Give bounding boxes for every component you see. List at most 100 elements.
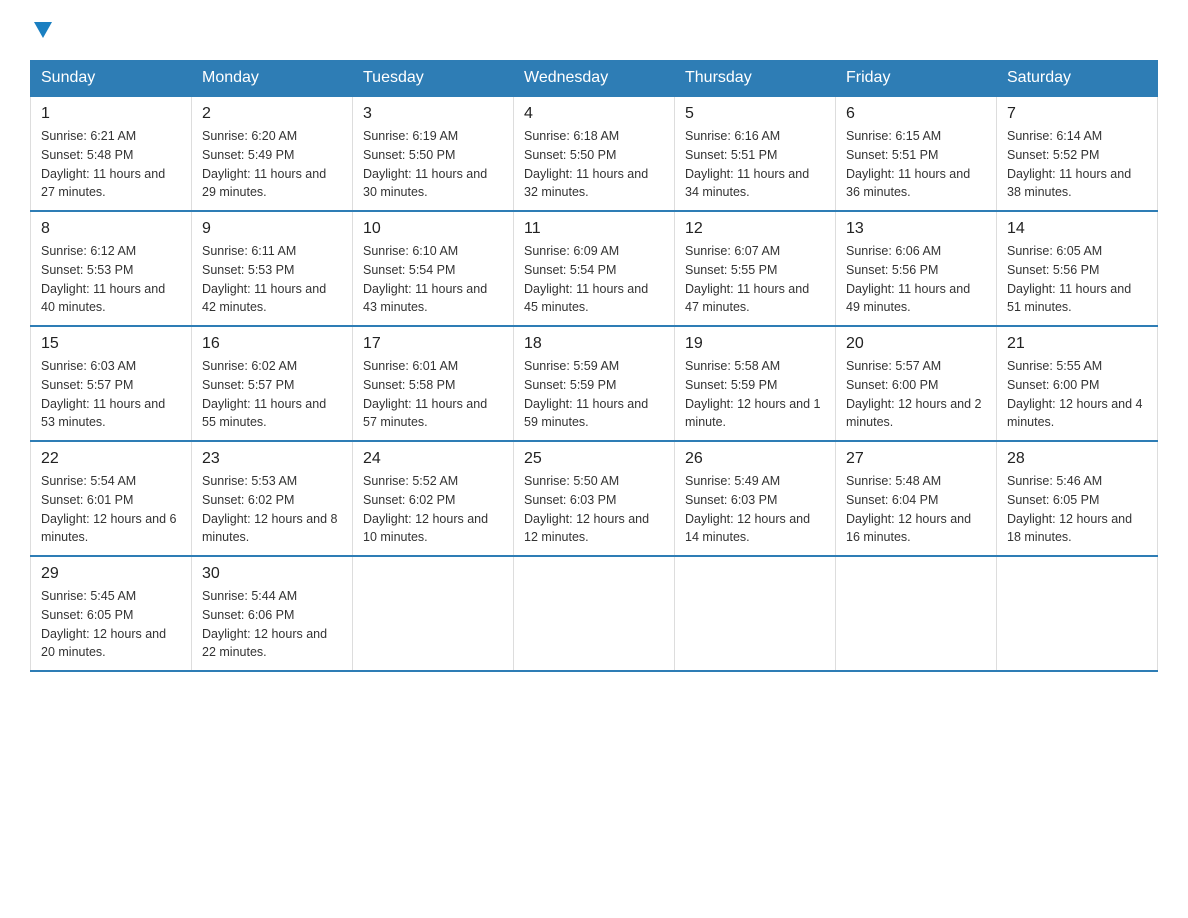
day-info: Sunrise: 6:20 AMSunset: 5:49 PMDaylight:… [202, 127, 342, 202]
day-info: Sunrise: 6:07 AMSunset: 5:55 PMDaylight:… [685, 242, 825, 317]
col-saturday: Saturday [997, 61, 1158, 97]
table-row: 9Sunrise: 6:11 AMSunset: 5:53 PMDaylight… [192, 211, 353, 326]
table-row: 7 Sunrise: 6:14 AMSunset: 5:52 PMDaylight… [997, 96, 1158, 211]
day-number: 6 [846, 105, 986, 123]
day-number: 12 [685, 220, 825, 238]
table-row: 20 Sunrise: 5:57 AMSunset: 6:00 PMDayligh… [836, 326, 997, 441]
table-row: 30 Sunrise: 5:44 AMSunset: 6:06 PMDayligh… [192, 556, 353, 671]
table-row [836, 556, 997, 671]
col-monday: Monday [192, 61, 353, 97]
calendar-week-row: 29Sunrise: 5:45 AMSunset: 6:05 PMDayligh… [31, 556, 1158, 671]
day-number: 7 [1007, 105, 1147, 123]
col-friday: Friday [836, 61, 997, 97]
day-number: 20 [846, 335, 986, 353]
table-row [675, 556, 836, 671]
calendar-week-row: 1Sunrise: 6:21 AMSunset: 5:48 PMDaylight… [31, 96, 1158, 211]
day-number: 29 [41, 565, 181, 583]
day-info: Sunrise: 5:53 AMSunset: 6:02 PMDaylight:… [202, 472, 342, 547]
col-thursday: Thursday [675, 61, 836, 97]
day-info: Sunrise: 5:49 AMSunset: 6:03 PMDaylight:… [685, 472, 825, 547]
day-info: Sunrise: 6:03 AMSunset: 5:57 PMDaylight:… [41, 357, 181, 432]
table-row: 29Sunrise: 5:45 AMSunset: 6:05 PMDayligh… [31, 556, 192, 671]
day-number: 14 [1007, 220, 1147, 238]
day-number: 8 [41, 220, 181, 238]
table-row: 16 Sunrise: 6:02 AMSunset: 5:57 PMDayligh… [192, 326, 353, 441]
day-number: 21 [1007, 335, 1147, 353]
day-info: Sunrise: 5:54 AMSunset: 6:01 PMDaylight:… [41, 472, 181, 547]
table-row: 10 Sunrise: 6:10 AMSunset: 5:54 PMDayligh… [353, 211, 514, 326]
table-row: 17 Sunrise: 6:01 AMSunset: 5:58 PMDayligh… [353, 326, 514, 441]
day-info: Sunrise: 6:12 AMSunset: 5:53 PMDaylight:… [41, 242, 181, 317]
table-row: 26 Sunrise: 5:49 AMSunset: 6:03 PMDayligh… [675, 441, 836, 556]
day-info: Sunrise: 5:58 AMSunset: 5:59 PMDaylight:… [685, 357, 825, 432]
day-info: Sunrise: 6:15 AMSunset: 5:51 PMDaylight:… [846, 127, 986, 202]
day-info: Sunrise: 6:01 AMSunset: 5:58 PMDaylight:… [363, 357, 503, 432]
table-row: 18 Sunrise: 5:59 AMSunset: 5:59 PMDayligh… [514, 326, 675, 441]
table-row: 13 Sunrise: 6:06 AMSunset: 5:56 PMDayligh… [836, 211, 997, 326]
table-row [997, 556, 1158, 671]
day-info: Sunrise: 6:05 AMSunset: 5:56 PMDaylight:… [1007, 242, 1147, 317]
table-row: 15 Sunrise: 6:03 AMSunset: 5:57 PMDayligh… [31, 326, 192, 441]
table-row [353, 556, 514, 671]
day-info: Sunrise: 6:16 AMSunset: 5:51 PMDaylight:… [685, 127, 825, 202]
table-row: 22 Sunrise: 5:54 AMSunset: 6:01 PMDayligh… [31, 441, 192, 556]
calendar-table: Sunday Monday Tuesday Wednesday Thursday… [30, 60, 1158, 672]
col-tuesday: Tuesday [353, 61, 514, 97]
day-number: 22 [41, 450, 181, 468]
day-info: Sunrise: 6:06 AMSunset: 5:56 PMDaylight:… [846, 242, 986, 317]
table-row: 21 Sunrise: 5:55 AMSunset: 6:00 PMDayligh… [997, 326, 1158, 441]
calendar-week-row: 22 Sunrise: 5:54 AMSunset: 6:01 PMDayligh… [31, 441, 1158, 556]
day-info: Sunrise: 6:02 AMSunset: 5:57 PMDaylight:… [202, 357, 342, 432]
day-number: 16 [202, 335, 342, 353]
logo-arrow-icon [34, 20, 56, 42]
day-number: 26 [685, 450, 825, 468]
day-number: 17 [363, 335, 503, 353]
day-number: 23 [202, 450, 342, 468]
day-info: Sunrise: 5:57 AMSunset: 6:00 PMDaylight:… [846, 357, 986, 432]
calendar-week-row: 8 Sunrise: 6:12 AMSunset: 5:53 PMDaylight… [31, 211, 1158, 326]
table-row: 6 Sunrise: 6:15 AMSunset: 5:51 PMDaylight… [836, 96, 997, 211]
table-row: 11 Sunrise: 6:09 AMSunset: 5:54 PMDayligh… [514, 211, 675, 326]
table-row: 19Sunrise: 5:58 AMSunset: 5:59 PMDayligh… [675, 326, 836, 441]
table-row: 2 Sunrise: 6:20 AMSunset: 5:49 PMDaylight… [192, 96, 353, 211]
table-row: 1Sunrise: 6:21 AMSunset: 5:48 PMDaylight… [31, 96, 192, 211]
day-number: 9 [202, 220, 342, 238]
table-row: 24Sunrise: 5:52 AMSunset: 6:02 PMDayligh… [353, 441, 514, 556]
table-row: 27Sunrise: 5:48 AMSunset: 6:04 PMDayligh… [836, 441, 997, 556]
table-row: 5 Sunrise: 6:16 AMSunset: 5:51 PMDaylight… [675, 96, 836, 211]
day-info: Sunrise: 5:44 AMSunset: 6:06 PMDaylight:… [202, 587, 342, 662]
day-info: Sunrise: 5:59 AMSunset: 5:59 PMDaylight:… [524, 357, 664, 432]
page-header [30, 20, 1158, 42]
day-info: Sunrise: 6:09 AMSunset: 5:54 PMDaylight:… [524, 242, 664, 317]
day-number: 4 [524, 105, 664, 123]
day-number: 11 [524, 220, 664, 238]
day-info: Sunrise: 5:46 AMSunset: 6:05 PMDaylight:… [1007, 472, 1147, 547]
col-sunday: Sunday [31, 61, 192, 97]
day-info: Sunrise: 6:10 AMSunset: 5:54 PMDaylight:… [363, 242, 503, 317]
table-row: 28 Sunrise: 5:46 AMSunset: 6:05 PMDayligh… [997, 441, 1158, 556]
col-wednesday: Wednesday [514, 61, 675, 97]
logo [30, 20, 56, 42]
day-info: Sunrise: 6:21 AMSunset: 5:48 PMDaylight:… [41, 127, 181, 202]
day-number: 10 [363, 220, 503, 238]
table-row: 4 Sunrise: 6:18 AMSunset: 5:50 PMDaylight… [514, 96, 675, 211]
calendar-week-row: 15 Sunrise: 6:03 AMSunset: 5:57 PMDayligh… [31, 326, 1158, 441]
day-info: Sunrise: 5:55 AMSunset: 6:00 PMDaylight:… [1007, 357, 1147, 432]
table-row: 23 Sunrise: 5:53 AMSunset: 6:02 PMDayligh… [192, 441, 353, 556]
table-row: 12 Sunrise: 6:07 AMSunset: 5:55 PMDayligh… [675, 211, 836, 326]
day-number: 18 [524, 335, 664, 353]
day-number: 13 [846, 220, 986, 238]
day-info: Sunrise: 5:50 AMSunset: 6:03 PMDaylight:… [524, 472, 664, 547]
day-number: 15 [41, 335, 181, 353]
day-number: 2 [202, 105, 342, 123]
day-number: 28 [1007, 450, 1147, 468]
day-info: Sunrise: 6:19 AMSunset: 5:50 PMDaylight:… [363, 127, 503, 202]
table-row: 3 Sunrise: 6:19 AMSunset: 5:50 PMDaylight… [353, 96, 514, 211]
day-number: 5 [685, 105, 825, 123]
day-info: Sunrise: 6:14 AMSunset: 5:52 PMDaylight:… [1007, 127, 1147, 202]
day-number: 27 [846, 450, 986, 468]
day-info: Sunrise: 6:18 AMSunset: 5:50 PMDaylight:… [524, 127, 664, 202]
day-number: 30 [202, 565, 342, 583]
day-number: 3 [363, 105, 503, 123]
day-number: 24 [363, 450, 503, 468]
